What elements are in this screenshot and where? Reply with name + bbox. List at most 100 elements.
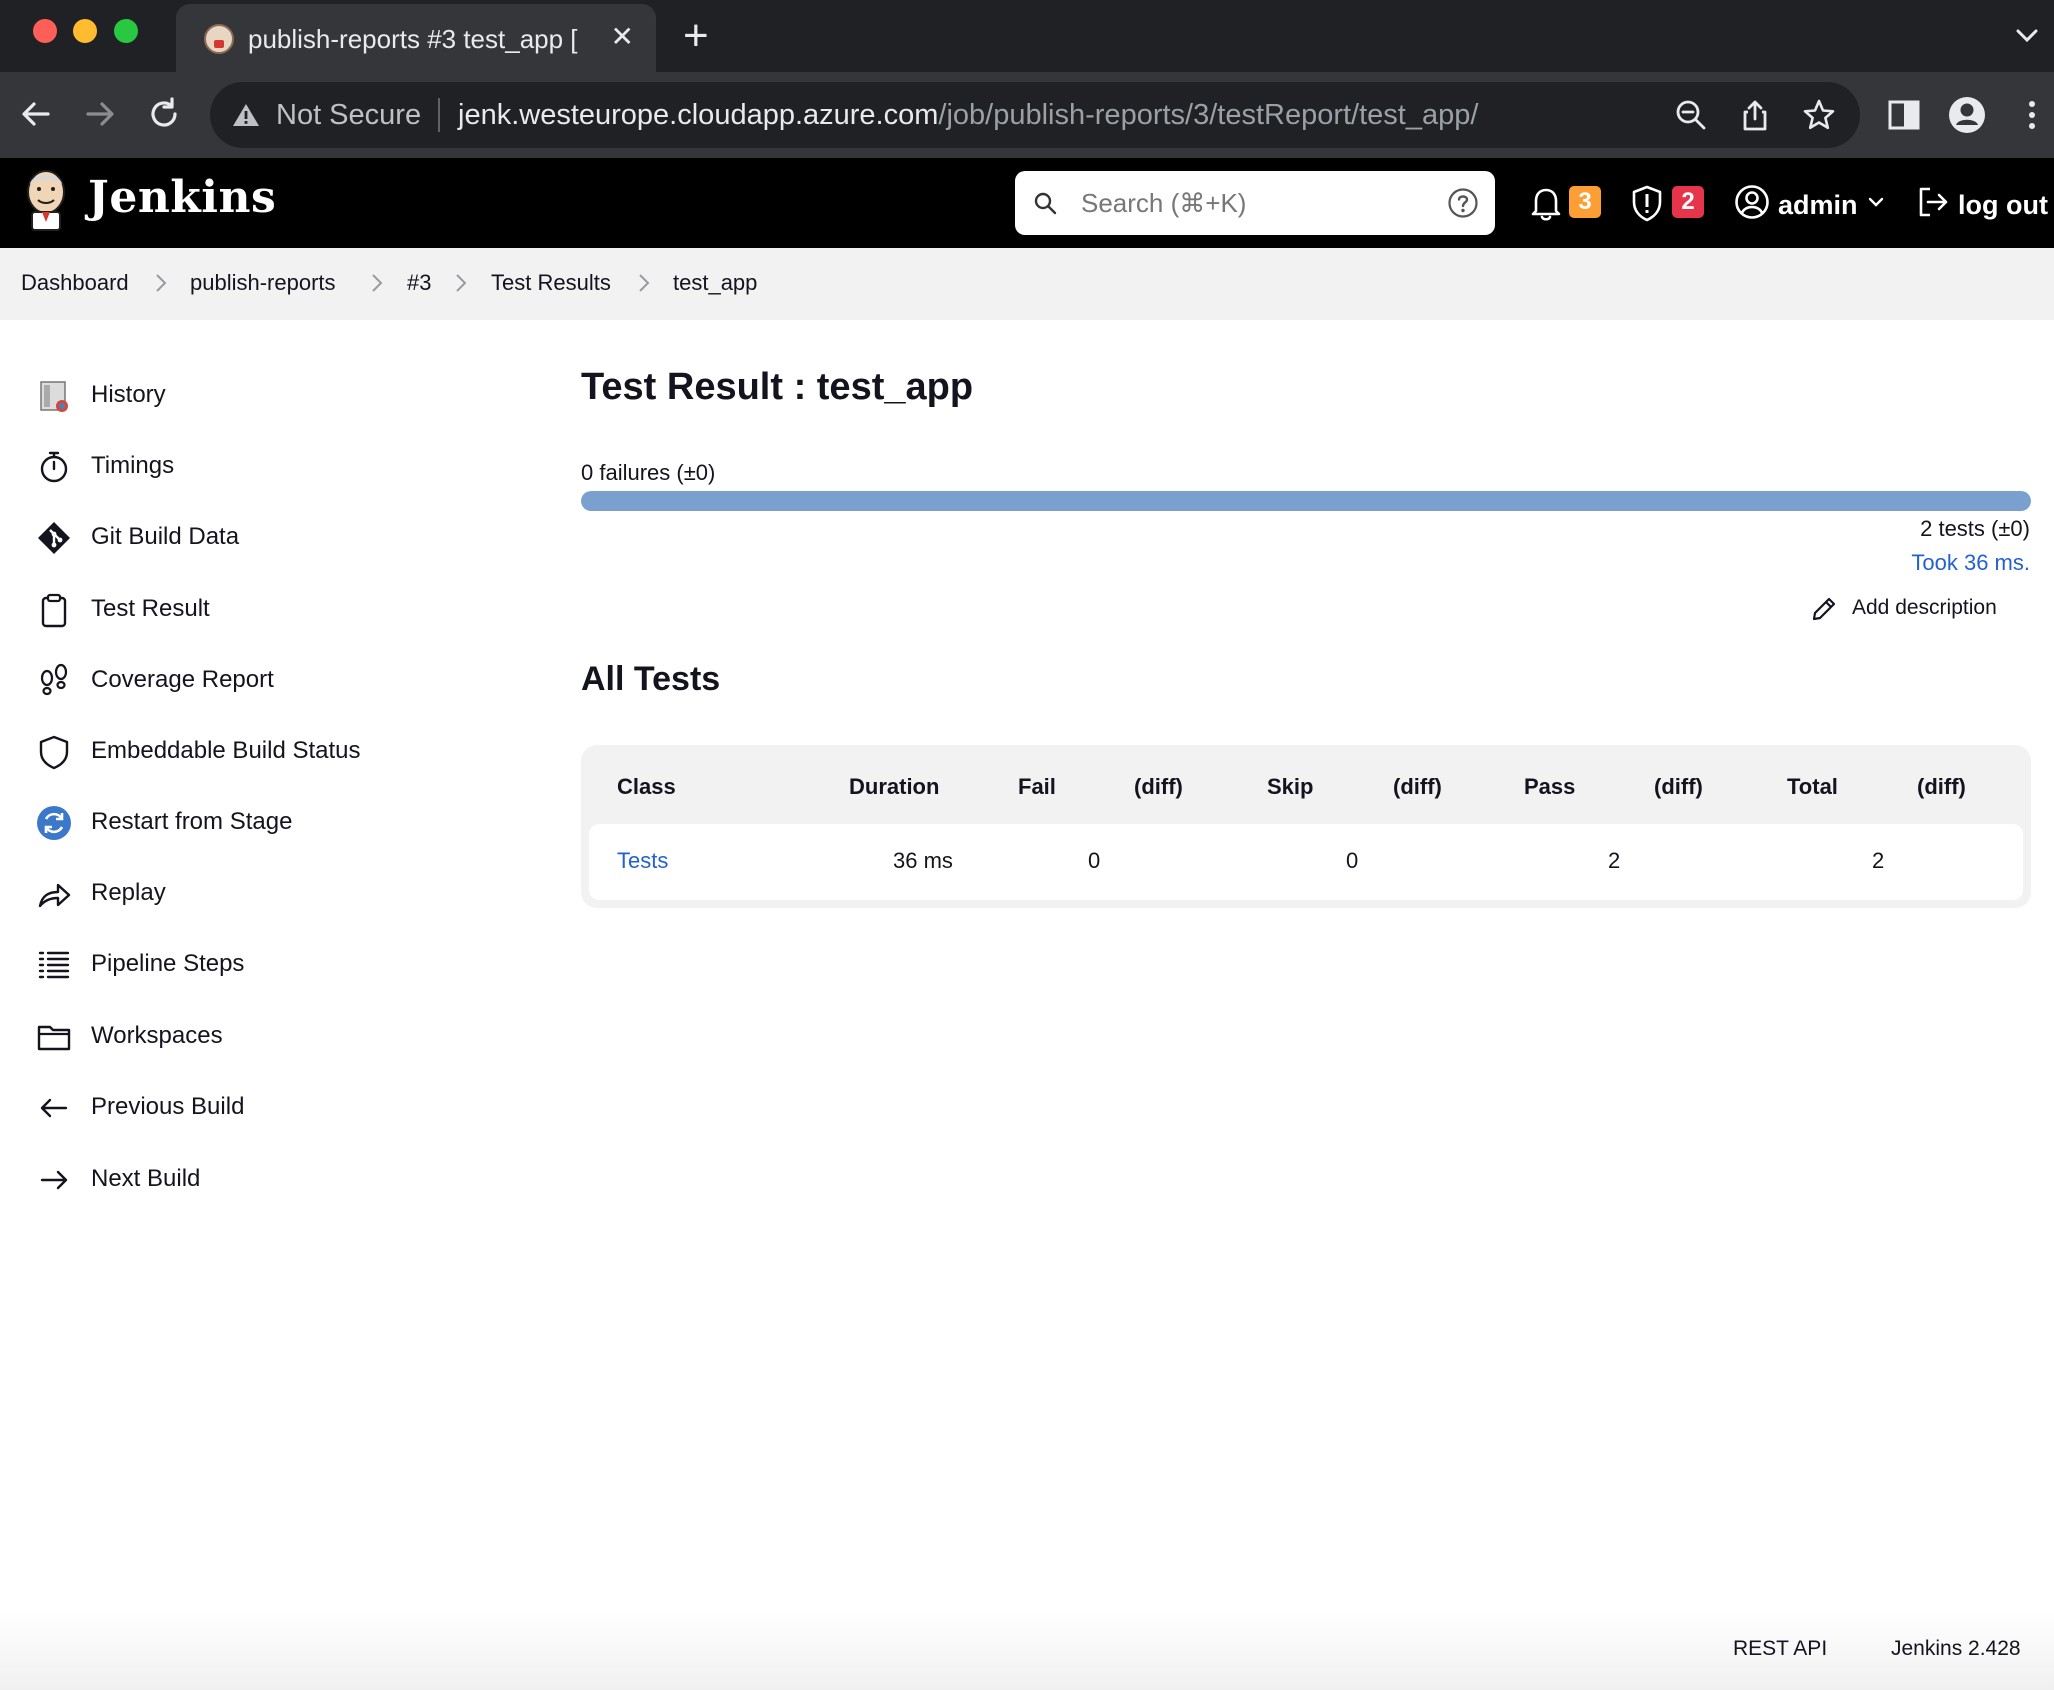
cell-duration: 36 ms — [893, 848, 953, 873]
column-header-total[interactable]: Total — [1787, 774, 1838, 800]
add-description-label: Add description — [1852, 596, 1997, 619]
column-header-class[interactable]: Class — [617, 774, 676, 800]
side-panel-icon[interactable] — [1884, 95, 1924, 135]
browser-toolbar: Not Secure jenk.westeurope.cloudapp.azur… — [0, 72, 2054, 158]
breadcrumb-dashboard[interactable]: Dashboard — [21, 270, 129, 296]
column-header-pass[interactable]: Pass — [1524, 774, 1575, 800]
pencil-icon — [1812, 597, 1836, 621]
help-icon[interactable] — [1447, 187, 1479, 219]
breadcrumb-test-results[interactable]: Test Results — [491, 270, 611, 296]
breadcrumb-test-app[interactable]: test_app — [673, 270, 757, 296]
url-text[interactable]: jenk.westeurope.cloudapp.azure.com/job/p… — [458, 99, 1478, 132]
sidebar-item-label: Pipeline Steps — [91, 950, 245, 977]
close-window-button[interactable] — [33, 19, 57, 43]
duration-link[interactable]: Took 36 ms. — [1911, 550, 2030, 576]
arrow-right-icon — [40, 1170, 68, 1190]
class-link-tests[interactable]: Tests — [617, 848, 668, 874]
profile-icon[interactable] — [1947, 95, 1987, 135]
sidebar-item-label: Replay — [91, 879, 166, 906]
security-button[interactable]: 2 — [1630, 180, 1706, 226]
security-count-badge: 2 — [1672, 186, 1704, 218]
minimize-window-button[interactable] — [73, 19, 97, 43]
breadcrumb-job[interactable]: publish-reports — [190, 270, 336, 296]
cell-pass: 2 — [1608, 848, 1621, 873]
tab-title: publish-reports #3 test_app [Jenkins] — [248, 24, 578, 54]
cell-fail: 0 — [1088, 848, 1101, 873]
sidebar-item-restart-from-stage[interactable]: Restart from Stage — [36, 795, 456, 855]
sidebar-item-pipeline-steps[interactable]: Pipeline Steps — [36, 937, 456, 997]
user-menu[interactable]: admin — [1734, 180, 1884, 226]
forward-arrow-icon[interactable] — [80, 94, 120, 134]
sidebar-item-replay[interactable]: Replay — [36, 866, 456, 926]
sidebar-item-label: Workspaces — [91, 1022, 223, 1049]
sidebar-item-history[interactable]: History — [36, 368, 456, 428]
sidebar-item-git-build-data[interactable]: Git Build Data — [36, 510, 456, 570]
git-icon — [38, 522, 70, 554]
chevron-right-icon — [639, 274, 650, 292]
chevron-right-icon — [456, 274, 467, 292]
more-menu-icon[interactable] — [2012, 95, 2052, 135]
search-input[interactable] — [1081, 185, 1411, 221]
tests-summary: 2 tests (±0) — [1920, 516, 2030, 541]
test-progress-bar — [581, 491, 2031, 511]
sidebar-item-label: History — [91, 381, 166, 408]
jenkins-header: Jenkins 3 2 admin — [0, 158, 2054, 248]
notifications-button[interactable]: 3 — [1530, 180, 1602, 226]
not-secure-label[interactable]: Not Secure — [276, 99, 421, 132]
sidebar-item-embeddable-build-status[interactable]: Embeddable Build Status — [36, 724, 456, 784]
column-header-skip-diff[interactable]: (diff) — [1393, 774, 1442, 800]
browser-tab[interactable]: publish-reports #3 test_app [Jenkins] ✕ — [176, 4, 656, 72]
sidebar-item-previous-build[interactable]: Previous Build — [36, 1080, 456, 1140]
column-header-skip[interactable]: Skip — [1267, 774, 1313, 800]
sidebar-item-label: Previous Build — [91, 1093, 245, 1120]
column-header-fail[interactable]: Fail — [1018, 774, 1056, 800]
failures-summary: 0 failures (±0) — [581, 460, 716, 485]
jenkins-favicon-icon — [204, 24, 234, 54]
new-tab-button[interactable]: + — [683, 14, 709, 58]
breadcrumb-build[interactable]: #3 — [407, 270, 431, 296]
sidebar-item-coverage-report[interactable]: Coverage Report — [36, 653, 456, 713]
chevron-down-icon — [1868, 197, 1884, 207]
divider — [438, 98, 440, 132]
zoom-out-icon[interactable] — [1674, 98, 1708, 132]
rest-api-link[interactable]: REST API — [1733, 1637, 1827, 1661]
jenkins-version-link[interactable]: Jenkins 2.428 — [1891, 1637, 2021, 1661]
sidebar-item-label: Test Result — [91, 595, 210, 622]
bookmark-star-icon[interactable] — [1802, 98, 1836, 132]
logout-button[interactable]: log out — [1916, 180, 2052, 226]
url-host: jenk.westeurope.cloudapp.azure.com — [458, 99, 939, 131]
sidebar-item-timings[interactable]: Timings — [36, 439, 456, 499]
warning-icon — [233, 104, 259, 126]
sidebar-item-label: Next Build — [91, 1165, 201, 1192]
column-header-fail-diff[interactable]: (diff) — [1134, 774, 1183, 800]
add-description-button[interactable]: Add description — [1810, 593, 2020, 627]
shield-alert-icon — [1632, 185, 1662, 222]
jenkins-app-name[interactable]: Jenkins — [88, 172, 276, 223]
all-tests-heading: All Tests — [581, 660, 721, 698]
logout-icon — [1919, 187, 1948, 217]
cell-skip: 0 — [1346, 848, 1359, 873]
notifications-count-badge: 3 — [1569, 186, 1601, 218]
column-header-total-diff[interactable]: (diff) — [1917, 774, 1966, 800]
column-header-duration[interactable]: Duration — [849, 774, 939, 800]
folder-icon — [37, 1025, 71, 1051]
back-arrow-icon[interactable] — [16, 94, 56, 134]
sidebar-item-workspaces[interactable]: Workspaces — [36, 1009, 456, 1069]
page-title: Test Result : test_app — [581, 366, 974, 408]
chevron-down-icon[interactable] — [2014, 22, 2040, 48]
tab-close-icon[interactable]: ✕ — [611, 22, 634, 52]
user-avatar-icon — [1735, 185, 1769, 219]
sidebar-item-next-build[interactable]: Next Build — [36, 1152, 456, 1212]
column-header-pass-diff[interactable]: (diff) — [1654, 774, 1703, 800]
search-icon — [1034, 192, 1057, 215]
address-bar[interactable]: Not Secure jenk.westeurope.cloudapp.azur… — [210, 82, 1860, 148]
jenkins-logo-icon[interactable] — [22, 168, 70, 234]
share-icon[interactable] — [1738, 98, 1772, 132]
reload-icon[interactable] — [144, 94, 184, 134]
zoom-window-button[interactable] — [114, 19, 138, 43]
browser-tab-bar: publish-reports #3 test_app [Jenkins] ✕ … — [0, 0, 2054, 72]
clipboard-icon — [41, 593, 67, 628]
tests-table: Class Duration Fail (diff) Skip (diff) P… — [581, 745, 2031, 908]
sidebar-item-test-result[interactable]: Test Result — [36, 582, 456, 642]
search-box[interactable] — [1015, 171, 1495, 235]
